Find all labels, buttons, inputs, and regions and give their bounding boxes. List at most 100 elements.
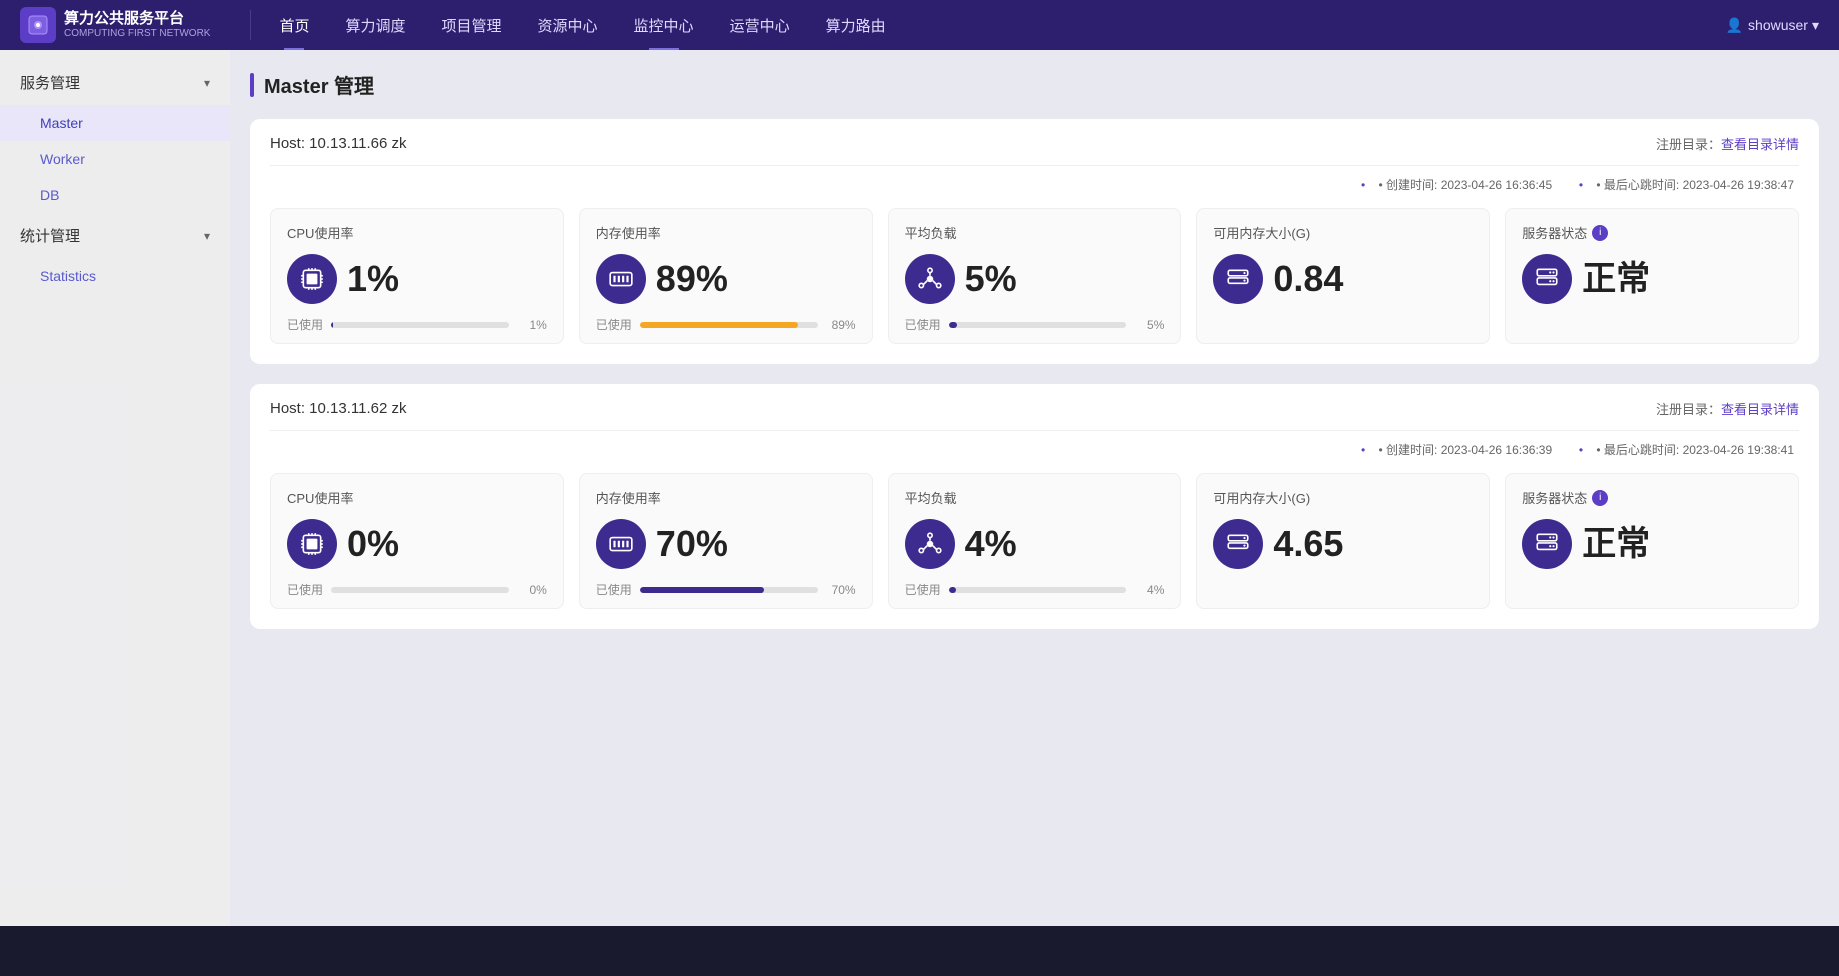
stat-bar-fill-0-0 — [331, 322, 333, 328]
stat-bar-track-0-1 — [640, 322, 818, 328]
logo-text: 算力公共服务平台 COMPUTING FIRST NETWORK — [64, 10, 210, 40]
stat-number-1-0: 0% — [347, 526, 399, 562]
stat-icon-circle-1-0 — [287, 519, 337, 569]
stat-icon-circle-0-4 — [1522, 254, 1572, 304]
host-label-1: Host: 10.13.11.62 zk — [270, 400, 406, 417]
stat-value-row-1-4: 正常 — [1522, 519, 1782, 569]
stat-bar-row-1-1: 已使用 70% — [596, 581, 856, 598]
sidebar-group-service-chevron: ▾ — [204, 76, 210, 90]
stat-value-row-0-1: 89% — [596, 254, 856, 304]
stat-value-row-0-2: 5% — [905, 254, 1165, 304]
stat-number-1-3: 4.65 — [1273, 526, 1343, 562]
stat-title-1-1: 内存使用率 — [596, 488, 856, 507]
stat-bar-fill-1-2 — [949, 587, 956, 593]
stat-value-row-1-2: 4% — [905, 519, 1165, 569]
stat-number-1-2: 4% — [965, 526, 1017, 562]
sidebar-group-stats[interactable]: 统计管理 ▾ — [0, 213, 230, 258]
page-header-bar — [250, 73, 254, 97]
sidebar-group-service-label: 服务管理 — [20, 72, 80, 93]
stat-bar-row-0-1: 已使用 89% — [596, 316, 856, 333]
reg-link-anchor-0[interactable]: 查看目录详情 — [1721, 137, 1799, 152]
logo: 算力公共服务平台 COMPUTING FIRST NETWORK — [20, 7, 210, 43]
nav-item-home[interactable]: 首页 — [261, 0, 327, 50]
reg-link-anchor-1[interactable]: 查看目录详情 — [1721, 402, 1799, 417]
info-icon-0-4[interactable]: i — [1592, 225, 1608, 241]
stat-value-row-0-3: 0.84 — [1213, 254, 1473, 304]
sidebar-item-master[interactable]: Master — [0, 105, 230, 141]
stat-number-1-4: 正常 — [1582, 527, 1650, 561]
stat-title-1-4: 服务器状态i — [1522, 488, 1782, 507]
stat-bar-track-0-0 — [331, 322, 509, 328]
stats-grid: CPU使用率 0% 已使用 0% — [270, 473, 1799, 609]
nav-item-route[interactable]: 算力路由 — [808, 0, 904, 50]
stat-title-0-4: 服务器状态i — [1522, 223, 1782, 242]
top-navigation: 算力公共服务平台 COMPUTING FIRST NETWORK 首页 算力调度… — [0, 0, 1839, 50]
logo-icon — [20, 7, 56, 43]
stat-card-1-2: 平均负载 4% 已使用 4% — [888, 473, 1182, 609]
stat-icon-circle-1-4 — [1522, 519, 1572, 569]
sidebar-group-stats-label: 统计管理 — [20, 225, 80, 246]
stat-title-1-3: 可用内存大小(G) — [1213, 488, 1473, 507]
sidebar: 服务管理 ▾ Master Worker DB 统计管理 ▾ Statistic… — [0, 50, 230, 926]
sidebar-item-db[interactable]: DB — [0, 177, 230, 213]
nav-item-compute[interactable]: 算力调度 — [328, 0, 424, 50]
reg-link-0: 注册目录：查看目录详情 — [1656, 134, 1799, 153]
stat-number-0-4: 正常 — [1582, 262, 1650, 296]
server-card-header-1: Host: 10.13.11.62 zk 注册目录：查看目录详情 — [270, 399, 1799, 431]
stat-bar-track-1-1 — [640, 587, 818, 593]
stat-bar-track-1-2 — [949, 587, 1127, 593]
server-card-0: Host: 10.13.11.66 zk 注册目录：查看目录详情 • • 创建时… — [250, 119, 1819, 364]
info-icon-1-4[interactable]: i — [1592, 490, 1608, 506]
stat-title-1-2: 平均负载 — [905, 488, 1165, 507]
stat-icon-circle-0-0 — [287, 254, 337, 304]
stat-icon-circle-1-2 — [905, 519, 955, 569]
user-icon: 👤 — [1726, 17, 1743, 34]
stat-bar-row-1-2: 已使用 4% — [905, 581, 1165, 598]
stat-title-0-3: 可用内存大小(G) — [1213, 223, 1473, 242]
stat-title-0-2: 平均负载 — [905, 223, 1165, 242]
server-cards-container: Host: 10.13.11.66 zk 注册目录：查看目录详情 • • 创建时… — [250, 119, 1819, 629]
nav-item-resource[interactable]: 资源中心 — [520, 0, 616, 50]
stat-bar-fill-0-1 — [640, 322, 798, 328]
nav-item-project[interactable]: 项目管理 — [424, 0, 520, 50]
user-menu[interactable]: 👤 showuser ▾ — [1726, 17, 1819, 34]
stat-card-0-1: 内存使用率 89% 已使用 89% — [579, 208, 873, 344]
page-header: Master 管理 — [250, 70, 1819, 99]
sidebar-item-statistics[interactable]: Statistics — [0, 258, 230, 294]
stat-bar-track-0-2 — [949, 322, 1127, 328]
stat-title-0-1: 内存使用率 — [596, 223, 856, 242]
stat-icon-circle-0-3 — [1213, 254, 1263, 304]
stat-card-1-4: 服务器状态i 正常 — [1505, 473, 1799, 609]
page-title: Master 管理 — [264, 70, 374, 99]
sidebar-group-service[interactable]: 服务管理 ▾ — [0, 60, 230, 105]
stat-card-0-4: 服务器状态i 正常 — [1505, 208, 1799, 344]
username: showuser — [1748, 17, 1808, 33]
stat-number-1-1: 70% — [656, 526, 728, 562]
stat-bar-track-1-0 — [331, 587, 509, 593]
stat-card-0-2: 平均负载 5% 已使用 5% — [888, 208, 1182, 344]
stat-number-0-2: 5% — [965, 261, 1017, 297]
stat-card-1-1: 内存使用率 70% 已使用 70% — [579, 473, 873, 609]
stat-bar-row-0-2: 已使用 5% — [905, 316, 1165, 333]
stat-number-0-0: 1% — [347, 261, 399, 297]
stat-value-row-1-1: 70% — [596, 519, 856, 569]
server-meta-0: • • 创建时间: 2023-04-26 16:36:45 • • 最后心跳时间… — [270, 176, 1799, 193]
stat-bar-fill-0-2 — [949, 322, 958, 328]
sidebar-item-worker[interactable]: Worker — [0, 141, 230, 177]
stats-grid: CPU使用率 1% 已使用 1% — [270, 208, 1799, 344]
nav-item-ops[interactable]: 运营中心 — [712, 0, 808, 50]
stat-title-1-0: CPU使用率 — [287, 488, 547, 507]
stat-card-0-0: CPU使用率 1% 已使用 1% — [270, 208, 564, 344]
stat-card-0-3: 可用内存大小(G) 0.84 — [1196, 208, 1490, 344]
stat-bar-fill-1-1 — [640, 587, 764, 593]
nav-items: 首页 算力调度 项目管理 资源中心 监控中心 运营中心 算力路由 — [261, 0, 1725, 50]
stat-icon-circle-1-1 — [596, 519, 646, 569]
stat-icon-circle-0-2 — [905, 254, 955, 304]
stat-icon-circle-1-3 — [1213, 519, 1263, 569]
server-card-header-0: Host: 10.13.11.66 zk 注册目录：查看目录详情 — [270, 134, 1799, 166]
stat-value-row-1-0: 0% — [287, 519, 547, 569]
stat-title-0-0: CPU使用率 — [287, 223, 547, 242]
server-card-1: Host: 10.13.11.62 zk 注册目录：查看目录详情 • • 创建时… — [250, 384, 1819, 629]
nav-item-monitor[interactable]: 监控中心 — [616, 0, 712, 50]
stat-value-row-0-0: 1% — [287, 254, 547, 304]
